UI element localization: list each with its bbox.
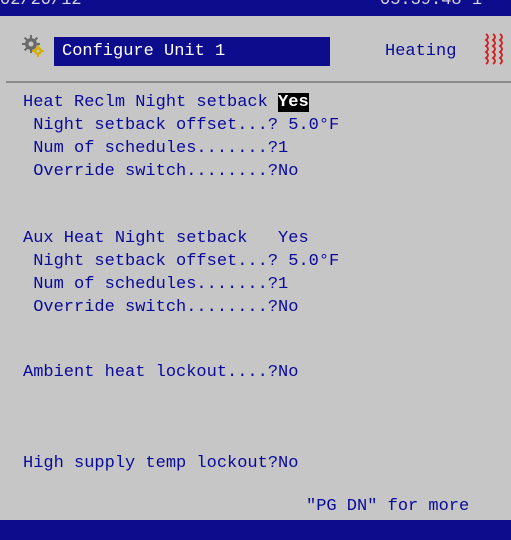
status-time: 05:39:48 1 xyxy=(380,0,483,10)
heat-reclaim-schedules-label: Num of schedules.......? xyxy=(23,139,279,158)
high-supply-lockout-value[interactable]: No xyxy=(278,454,298,473)
aux-heat-override-row[interactable]: Override switch........?No xyxy=(23,297,298,319)
heat-reclaim-night-setback-row[interactable]: Heat Reclm Night setback Yes xyxy=(23,92,309,114)
header-divider xyxy=(6,81,511,83)
heat-reclaim-override-value[interactable]: No xyxy=(278,162,298,181)
aux-heat-value[interactable]: Yes xyxy=(278,229,309,248)
aux-heat-offset-value[interactable]: 5.0°F xyxy=(288,252,339,271)
ambient-lockout-value[interactable]: No xyxy=(278,363,298,382)
aux-heat-override-value[interactable]: No xyxy=(278,298,298,317)
aux-heat-schedules-row[interactable]: Num of schedules.......?1 xyxy=(23,274,288,296)
high-supply-temp-lockout-row[interactable]: High supply temp lockout?No xyxy=(23,453,298,475)
heat-reclaim-label: Heat Reclm Night setback xyxy=(23,93,279,112)
aux-heat-offset-row[interactable]: Night setback offset...? 5.0°F xyxy=(23,251,339,273)
aux-heat-override-label: Override switch........? xyxy=(23,298,279,317)
heat-reclaim-offset-label: Night setback offset...? xyxy=(23,116,289,135)
heat-reclaim-override-label: Override switch........? xyxy=(23,162,279,181)
status-bar: 02/20/12 05:39:48 1 xyxy=(0,0,511,16)
heat-reclaim-offset-value[interactable]: 5.0°F xyxy=(288,116,339,135)
heat-reclaim-value[interactable]: Yes xyxy=(278,93,309,112)
page-title: Configure Unit 1 xyxy=(54,37,330,66)
aux-heat-night-setback-row[interactable]: Aux Heat Night setback Yes xyxy=(23,228,309,250)
status-date: 02/20/12 xyxy=(0,0,82,10)
gear-icon xyxy=(22,35,44,57)
ambient-heat-lockout-row[interactable]: Ambient heat lockout....?No xyxy=(23,362,298,384)
heat-reclaim-override-row[interactable]: Override switch........?No xyxy=(23,161,298,183)
aux-heat-label: Aux Heat Night setback xyxy=(23,229,279,248)
heat-reclaim-offset-row[interactable]: Night setback offset...? 5.0°F xyxy=(23,115,339,137)
aux-heat-schedules-label: Num of schedules.......? xyxy=(23,275,279,294)
heating-coil-icon xyxy=(484,33,503,65)
aux-heat-schedules-value[interactable]: 1 xyxy=(278,275,288,294)
mode-label: Heating xyxy=(385,42,457,61)
heat-reclaim-schedules-value[interactable]: 1 xyxy=(278,139,288,158)
bottom-bar xyxy=(0,520,511,540)
page-down-hint: "PG DN" for more xyxy=(306,497,470,516)
ambient-lockout-label: Ambient heat lockout....? xyxy=(23,363,279,382)
high-supply-lockout-label: High supply temp lockout? xyxy=(23,454,279,473)
heat-reclaim-schedules-row[interactable]: Num of schedules.......?1 xyxy=(23,138,288,160)
aux-heat-offset-label: Night setback offset...? xyxy=(23,252,289,271)
